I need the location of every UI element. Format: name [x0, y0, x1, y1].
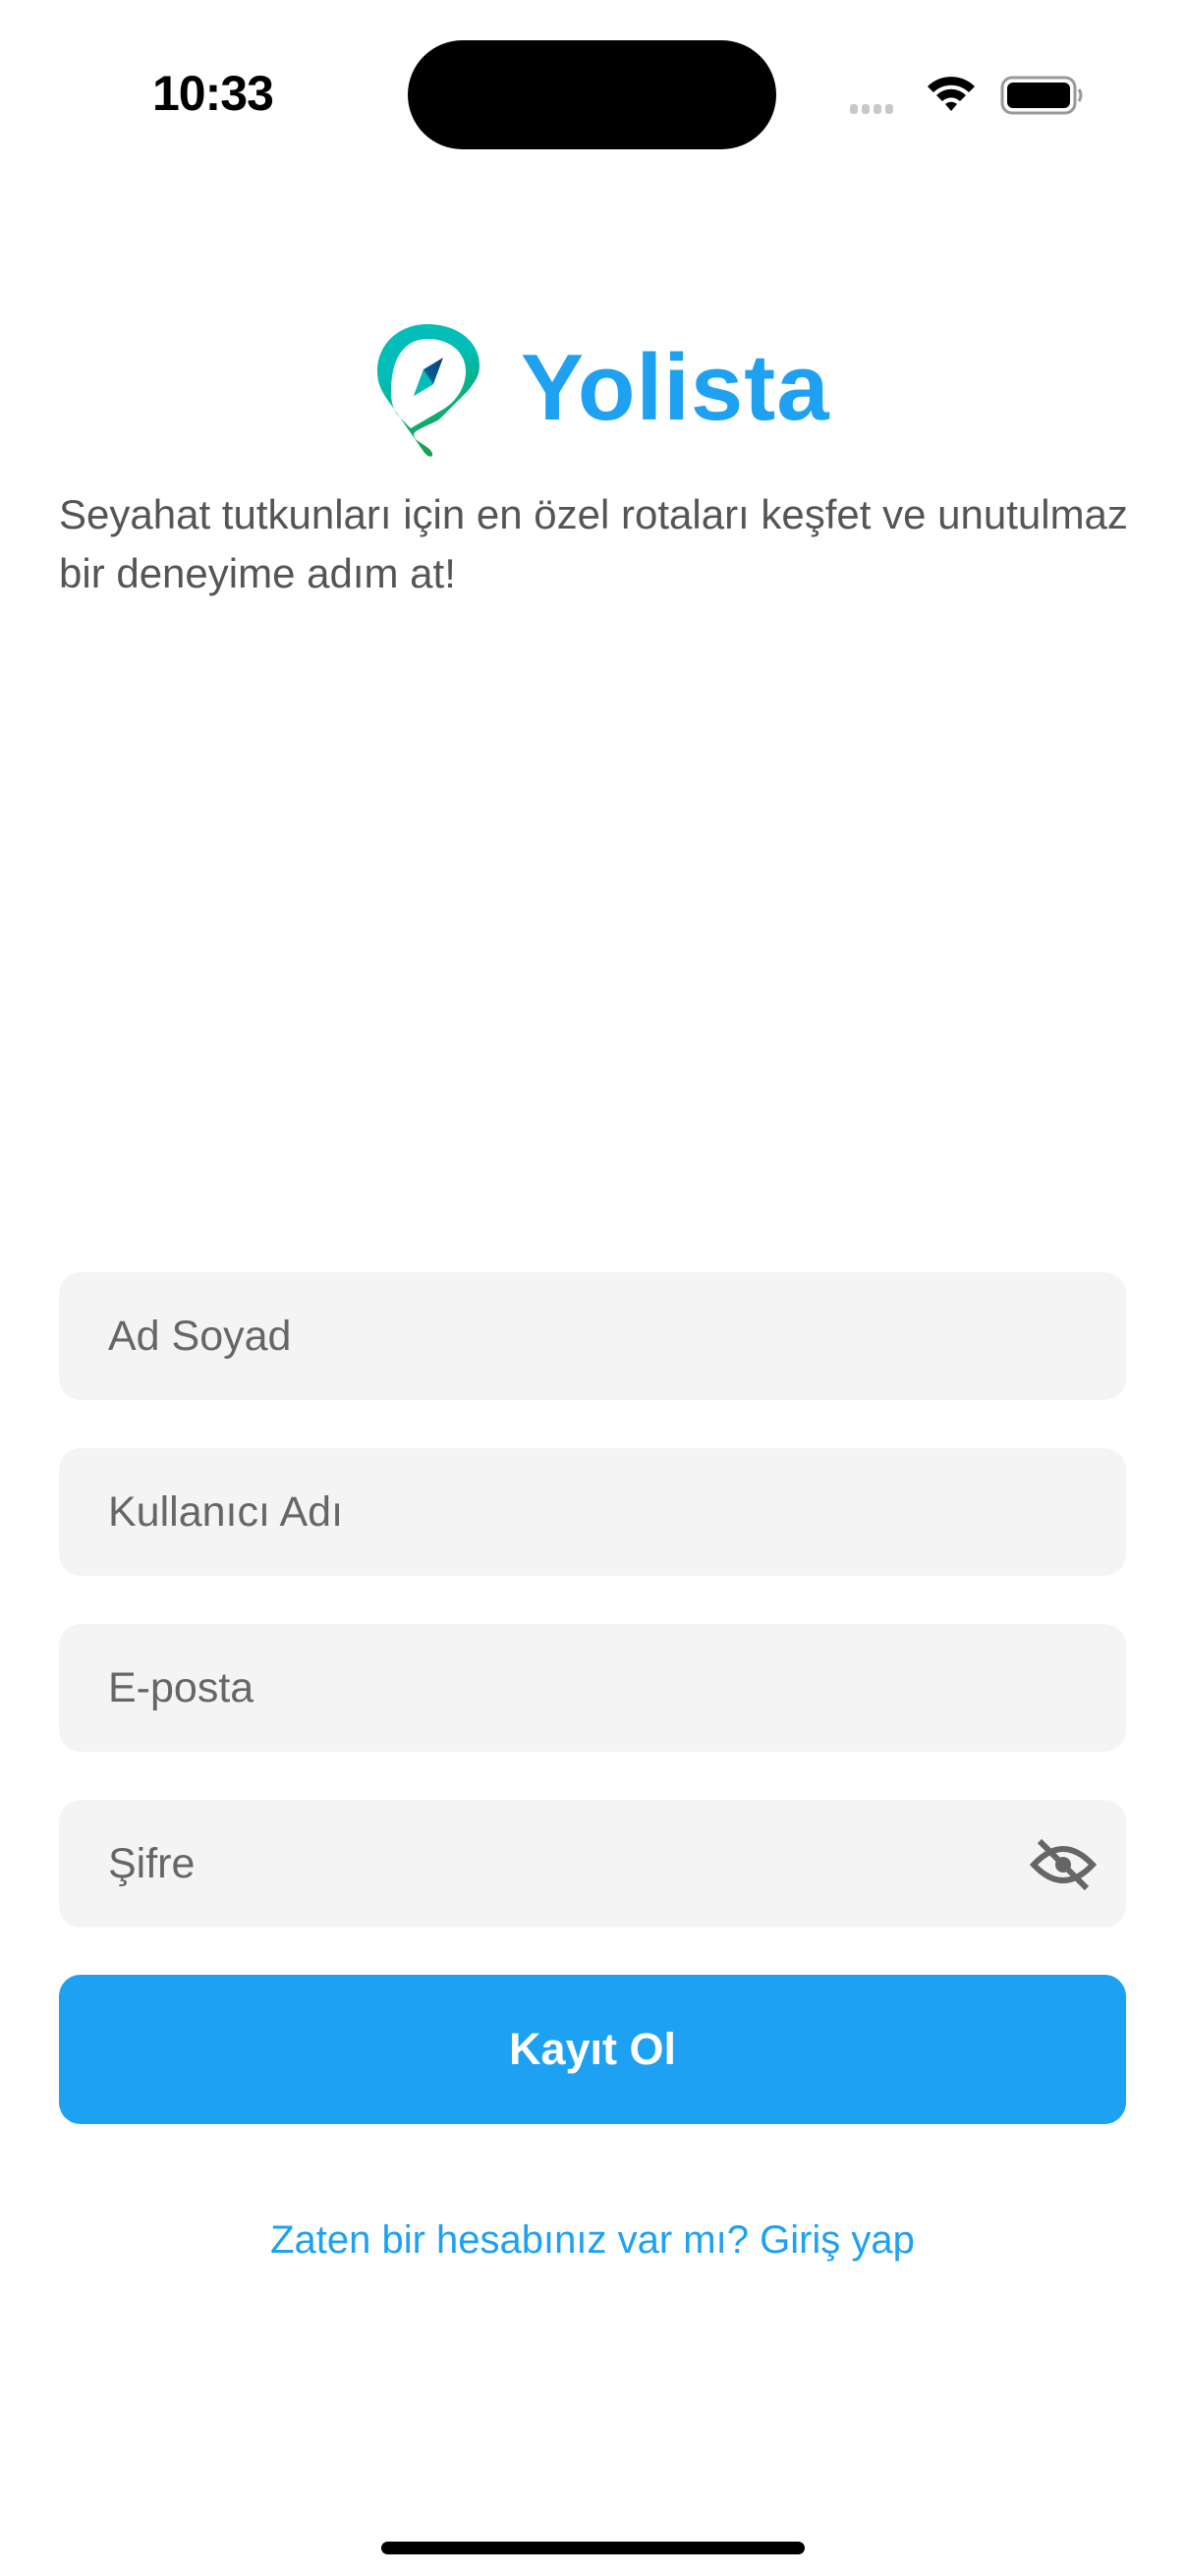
battery-icon	[1000, 75, 1085, 121]
status-time: 10:33	[152, 66, 274, 121]
email-placeholder: E-posta	[108, 1664, 254, 1711]
tagline: Seyahat tutkunları için en özel rotaları…	[59, 491, 1128, 596]
signal-icon	[850, 104, 893, 114]
username-placeholder: Kullanıcı Adı	[108, 1488, 344, 1536]
dynamic-island	[408, 40, 776, 149]
register-button[interactable]: Kayıt Ol	[59, 1975, 1126, 2124]
app-name: Yolista	[521, 335, 830, 440]
home-indicator[interactable]	[381, 2542, 805, 2554]
password-input[interactable]: Şifre	[59, 1800, 1126, 1928]
username-input[interactable]: Kullanıcı Adı	[59, 1448, 1126, 1576]
yolista-logo-icon	[371, 320, 484, 473]
password-placeholder: Şifre	[108, 1840, 196, 1887]
full-name-input[interactable]: Ad Soyad	[59, 1272, 1126, 1400]
full-name-placeholder: Ad Soyad	[108, 1313, 292, 1360]
login-link[interactable]: Zaten bir hesabınız var mı? Giriş yap	[0, 2218, 1185, 2263]
wifi-icon	[926, 73, 977, 117]
email-input[interactable]: E-posta	[59, 1624, 1126, 1752]
eye-off-icon[interactable]	[1029, 1837, 1098, 1897]
